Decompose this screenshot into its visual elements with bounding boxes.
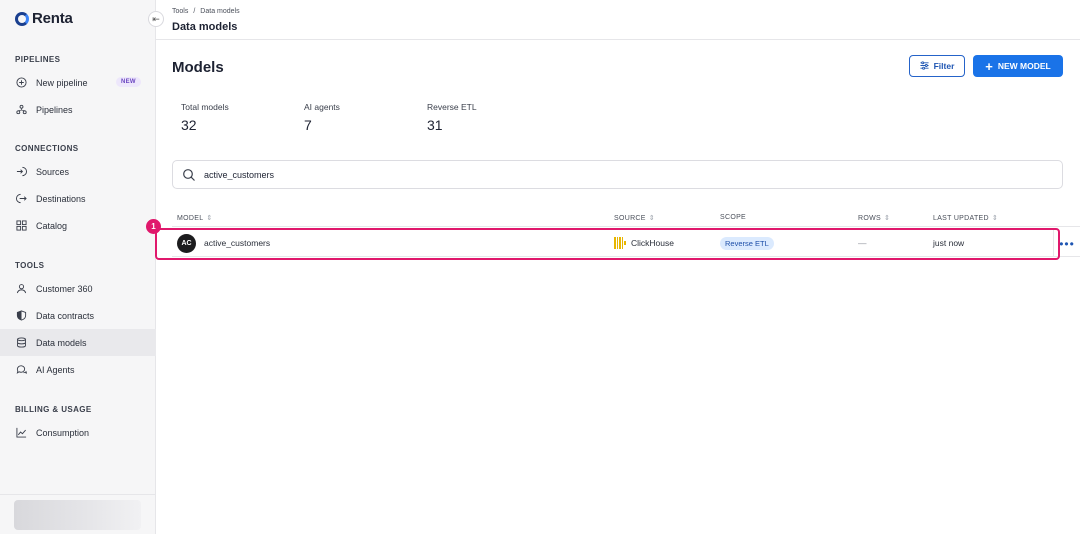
catalog-icon — [15, 220, 27, 232]
user-icon — [15, 283, 27, 295]
sort-icon: ⇕ — [206, 215, 213, 222]
sidebar-item-label: Consumption — [36, 427, 90, 438]
column-label: ROWS — [858, 214, 881, 222]
nav-section-connections: CONNECTIONS Sources Destinations Catalog — [0, 142, 156, 239]
plus-icon: + — [985, 58, 993, 74]
last-updated-value: just now — [933, 238, 965, 248]
shield-icon — [15, 310, 27, 322]
filter-icon — [920, 60, 929, 72]
new-model-label: NEW MODEL — [997, 61, 1051, 71]
sidebar-item-consumption[interactable]: Consumption — [0, 419, 156, 446]
sidebar-item-label: Pipelines — [36, 104, 73, 115]
sidebar-item-label: Customer 360 — [36, 283, 93, 294]
column-header-scope: SCOPE — [720, 214, 746, 221]
breadcrumb-data-models: Data models — [200, 8, 240, 15]
stat-label: Total models — [181, 102, 229, 112]
breadcrumb: Tools / Data models — [172, 8, 240, 15]
stat-value: 31 — [427, 117, 443, 133]
chat-icon — [15, 364, 27, 376]
column-header-source[interactable]: SOURCE ⇕ — [614, 214, 655, 223]
nav-section-tools: TOOLS Customer 360 Data contracts Data m… — [0, 259, 156, 383]
page-title: Data models — [172, 21, 238, 33]
table-header: MODEL ⇕ SOURCE ⇕ SCOPE ROWS ⇕ LAST UPDAT… — [172, 210, 1080, 227]
stat-label: AI agents — [304, 102, 340, 112]
stat-ai-agents: AI agents 7 — [304, 102, 340, 133]
sidebar-item-pipelines[interactable]: Pipelines — [0, 96, 156, 123]
sidebar-item-catalog[interactable]: Catalog — [0, 212, 156, 239]
section-title: BILLING & USAGE — [15, 405, 92, 414]
scope-badge: Reverse ETL — [720, 237, 774, 250]
new-model-button[interactable]: + NEW MODEL — [973, 55, 1063, 77]
sidebar-item-label: Destinations — [36, 193, 86, 204]
models-heading: Models — [172, 59, 224, 76]
sidebar-item-sources[interactable]: Sources — [0, 158, 156, 185]
renta-logo-icon — [15, 11, 29, 26]
breadcrumb-tools[interactable]: Tools — [172, 8, 188, 15]
stat-total-models: Total models 32 — [181, 102, 229, 133]
rows-value: — — [858, 238, 867, 248]
sidebar-item-label: Sources — [36, 166, 70, 177]
sidebar-footer — [0, 494, 156, 534]
source-name: ClickHouse — [631, 238, 674, 248]
brand-logo[interactable]: Renta — [15, 10, 73, 27]
row-actions-button[interactable]: ••• — [1053, 230, 1080, 257]
table-row[interactable]: AC active_customers ClickHouse Reverse E… — [172, 230, 1080, 257]
main-content: Models Filter + NEW MODEL Total models 3… — [156, 40, 1080, 534]
pipeline-icon — [15, 104, 27, 116]
stat-label: Reverse ETL — [427, 102, 477, 112]
user-account-block[interactable] — [14, 500, 141, 530]
collapse-sidebar-button[interactable]: ⇤ — [148, 11, 164, 27]
section-title: PIPELINES — [15, 55, 61, 64]
new-badge: NEW — [116, 77, 141, 87]
more-horizontal-icon: ••• — [1059, 236, 1075, 251]
annotation-marker: 1 — [146, 219, 161, 234]
sort-icon: ⇕ — [991, 215, 999, 222]
destination-icon — [15, 193, 27, 205]
column-label: MODEL — [177, 214, 204, 222]
column-label: LAST UPDATED — [933, 214, 989, 222]
sidebar-item-label: Data contracts — [36, 310, 95, 321]
sort-icon: ⇕ — [648, 215, 655, 222]
search-box[interactable] — [172, 160, 1063, 189]
sidebar-item-destinations[interactable]: Destinations — [0, 185, 156, 212]
sidebar-item-customer-360[interactable]: Customer 360 — [0, 275, 156, 302]
clickhouse-icon — [614, 237, 626, 249]
top-bar: Tools / Data models Data models — [156, 0, 1080, 40]
source-icon — [15, 166, 27, 178]
brand-name: Renta — [32, 10, 73, 27]
filter-label: Filter — [933, 61, 955, 71]
sidebar-item-new-pipeline[interactable]: New pipeline NEW — [0, 69, 156, 96]
sidebar-item-label: New pipeline — [36, 77, 88, 88]
chart-icon — [15, 427, 27, 439]
search-icon — [183, 168, 195, 181]
nav-section-billing: BILLING & USAGE Consumption — [0, 403, 156, 446]
stat-value: 7 — [304, 117, 312, 133]
plus-circle-icon — [15, 77, 27, 89]
filter-button[interactable]: Filter — [909, 55, 965, 77]
column-header-model[interactable]: MODEL ⇕ — [177, 214, 213, 223]
model-avatar: AC — [177, 234, 196, 253]
sidebar-item-ai-agents[interactable]: AI Agents — [0, 356, 156, 383]
nav-section-pipelines: PIPELINES New pipeline NEW Pipelines — [0, 53, 156, 123]
sidebar-item-label: Catalog — [36, 220, 68, 231]
sidebar-item-data-contracts[interactable]: Data contracts — [0, 302, 156, 329]
column-header-last-updated[interactable]: LAST UPDATED ⇕ — [933, 214, 999, 223]
sort-icon: ⇕ — [883, 215, 891, 222]
sidebar-item-label: AI Agents — [36, 364, 75, 375]
breadcrumb-separator: / — [193, 8, 196, 15]
database-icon — [15, 337, 27, 349]
section-title: TOOLS — [15, 261, 45, 270]
model-name[interactable]: active_customers — [204, 238, 270, 248]
sidebar-item-data-models[interactable]: Data models — [0, 329, 156, 356]
column-label: SOURCE — [614, 214, 646, 222]
search-input[interactable] — [204, 169, 1024, 180]
sidebar-item-label: Data models — [36, 337, 87, 348]
section-title: CONNECTIONS — [15, 144, 79, 153]
stat-reverse-etl: Reverse ETL 31 — [427, 102, 477, 133]
sidebar: Renta PIPELINES New pipeline NEW Pipelin… — [0, 0, 156, 534]
collapse-left-icon: ⇤ — [152, 13, 160, 24]
column-header-rows[interactable]: ROWS ⇕ — [858, 214, 891, 223]
column-label: SCOPE — [720, 214, 747, 221]
stat-value: 32 — [181, 117, 197, 133]
